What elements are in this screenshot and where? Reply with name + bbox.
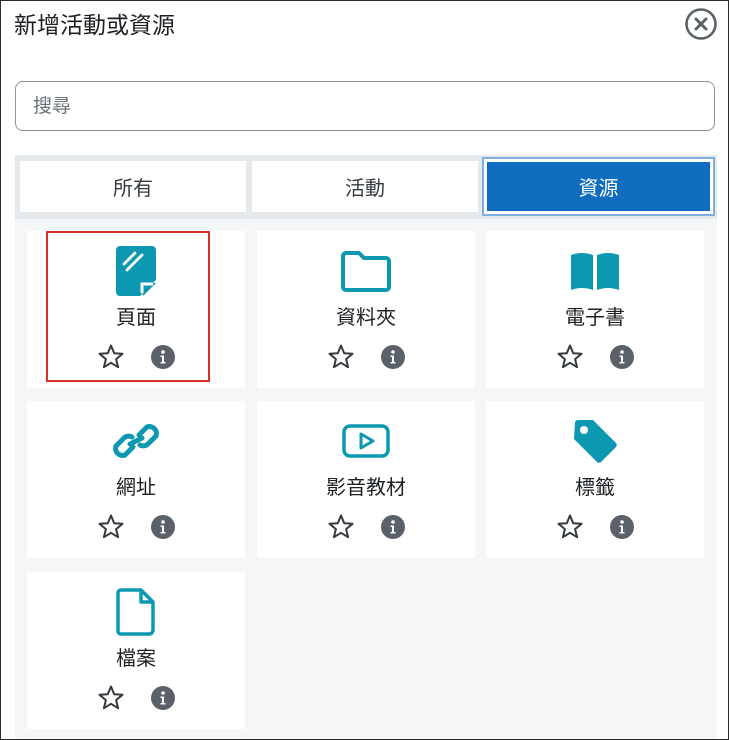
search-input[interactable]: [15, 81, 715, 131]
module-card-label[interactable]: 標籤: [486, 401, 704, 558]
info-icon[interactable]: [151, 515, 175, 539]
module-name: 影音教材: [326, 475, 406, 499]
info-icon[interactable]: [151, 345, 175, 369]
module-name: 頁面: [116, 305, 156, 329]
module-name: 標籤: [575, 475, 615, 499]
close-circle-icon: [685, 8, 717, 40]
close-button[interactable]: [684, 7, 718, 41]
info-icon[interactable]: [381, 515, 405, 539]
tag-icon: [569, 415, 621, 467]
module-card-folder[interactable]: 資料夾: [257, 231, 475, 388]
module-card-file[interactable]: 檔案: [27, 572, 245, 729]
info-icon[interactable]: [610, 345, 634, 369]
module-card-video[interactable]: 影音教材: [257, 401, 475, 558]
module-card-url[interactable]: 網址: [27, 401, 245, 558]
module-grid: 頁面 資料夾 電子書 網址 影音教材 標籤 檔案: [15, 219, 717, 739]
dialog-title: 新增活動或資源: [14, 13, 175, 39]
tab-activities[interactable]: 活動: [252, 161, 478, 212]
star-outline-icon[interactable]: [556, 513, 584, 541]
tab-bar: 所有 活動 資源: [15, 155, 717, 219]
star-outline-icon[interactable]: [327, 513, 355, 541]
star-outline-icon[interactable]: [97, 684, 125, 712]
tab-resources[interactable]: 資源: [482, 157, 715, 216]
module-name: 檔案: [116, 646, 156, 670]
star-outline-icon[interactable]: [327, 343, 355, 371]
add-activity-dialog: 新增活動或資源 所有 活動 資源 頁面: [0, 0, 729, 740]
link-icon: [110, 415, 162, 467]
info-icon[interactable]: [151, 686, 175, 710]
module-name: 資料夾: [336, 305, 396, 329]
page-icon: [110, 245, 162, 297]
module-card-book[interactable]: 電子書: [486, 231, 704, 388]
module-card-page[interactable]: 頁面: [27, 231, 245, 388]
star-outline-icon[interactable]: [97, 343, 125, 371]
tab-all[interactable]: 所有: [20, 161, 246, 212]
file-icon: [110, 586, 162, 638]
folder-icon: [340, 245, 392, 297]
module-name: 電子書: [565, 305, 625, 329]
star-outline-icon[interactable]: [556, 343, 584, 371]
video-icon: [340, 415, 392, 467]
book-icon: [569, 245, 621, 297]
info-icon[interactable]: [381, 345, 405, 369]
info-icon[interactable]: [610, 515, 634, 539]
module-name: 網址: [116, 475, 156, 499]
star-outline-icon[interactable]: [97, 513, 125, 541]
